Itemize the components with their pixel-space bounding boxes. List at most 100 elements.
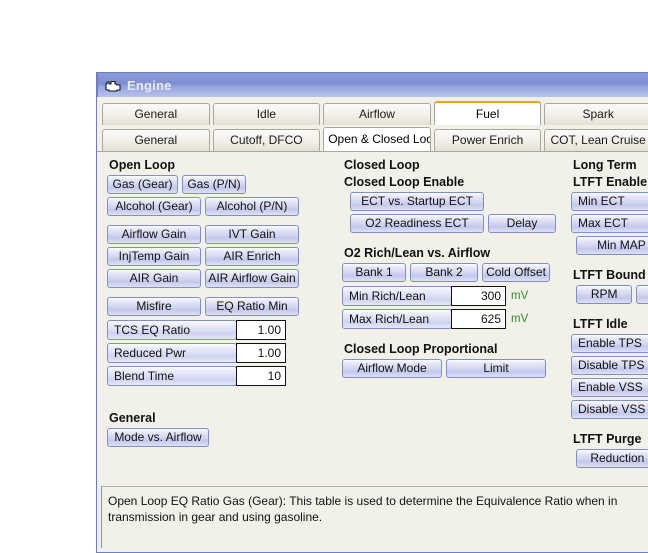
rpm-button[interactable]: RPM [576, 285, 633, 304]
min-rich-lean-row: Min Rich/Lean 300 mV [342, 286, 567, 306]
open-loop-row-gas: Gas (Gear) Gas (P/N) [107, 175, 299, 194]
max-ect-button[interactable]: Max ECT [571, 214, 648, 233]
closed-loop-enable-heading: Closed Loop Enable [344, 175, 465, 189]
mode-vs-airflow-button[interactable]: Mode vs. Airflow [107, 428, 209, 447]
ltft-bounds-extra-button[interactable] [636, 285, 648, 304]
window-titlebar: Engine [97, 72, 648, 97]
open-loop-row-air-gain: AIR Gain AIR Airflow Gain [107, 269, 299, 288]
ltft-disable-vss-row: Disable VSS [571, 400, 648, 419]
airflow-mode-button[interactable]: Airflow Mode [342, 359, 442, 378]
min-ect-button[interactable]: Min ECT [571, 192, 648, 211]
limit-button[interactable]: Limit [446, 359, 546, 378]
alcohol-pn-button[interactable]: Alcohol (P/N) [205, 197, 299, 216]
min-rich-lean-value[interactable]: 300 [451, 286, 506, 306]
closed-loop-column: Closed Loop Closed Loop Enable ECT vs. S… [342, 158, 567, 381]
delay-button[interactable]: Delay [488, 214, 556, 233]
blend-time-value[interactable]: 10 [236, 366, 286, 386]
open-loop-row-injtemp: InjTemp Gain AIR Enrich [107, 247, 299, 266]
closed-loop-enable-row1: ECT vs. Startup ECT [342, 192, 567, 211]
max-rich-lean-row: Max Rich/Lean 625 mV [342, 309, 567, 329]
tab-airflow[interactable]: Airflow [323, 103, 431, 125]
max-rich-lean-label[interactable]: Max Rich/Lean [342, 309, 452, 329]
enable-vss-button[interactable]: Enable VSS [571, 378, 648, 397]
tab-power-enrich[interactable]: Power Enrich [433, 129, 542, 151]
gas-gear-button[interactable]: Gas (Gear) [107, 175, 178, 194]
ltft-bounds-heading: LTFT Bound [573, 268, 646, 282]
ltft-disable-tps-row: Disable TPS [571, 356, 648, 375]
ltft-bounds-row: RPM [571, 285, 648, 304]
ltft-min-ect-row: Min ECT [571, 192, 648, 211]
ltft-enable-heading: LTFT Enable [573, 175, 648, 189]
status-bar-text: Open Loop EQ Ratio Gas (Gear): This tabl… [108, 494, 618, 524]
ltft-min-map-row: Min MAP v [571, 236, 648, 255]
min-map-vs-rpm-button[interactable]: Min MAP v [576, 236, 648, 255]
alcohol-gear-button[interactable]: Alcohol (Gear) [107, 197, 201, 216]
general-row: Mode vs. Airflow [107, 428, 299, 447]
open-loop-row-alcohol: Alcohol (Gear) Alcohol (P/N) [107, 197, 299, 216]
airflow-gain-button[interactable]: Airflow Gain [107, 225, 201, 244]
tab-cutoff-dfco[interactable]: Cutoff, DFCO [212, 129, 321, 151]
bank-2-button[interactable]: Bank 2 [410, 263, 478, 282]
ltft-idle-heading: LTFT Idle [573, 317, 628, 331]
air-enrich-button[interactable]: AIR Enrich [205, 247, 299, 266]
check-engine-icon [105, 79, 121, 92]
tcs-eq-ratio-row: TCS EQ Ratio 1.00 [107, 320, 299, 340]
o2-bank-row: Bank 1 Bank 2 Cold Offset [342, 263, 567, 282]
reduced-pwr-value[interactable]: 1.00 [236, 343, 286, 363]
blend-time-label[interactable]: Blend Time [107, 366, 237, 386]
general-heading: General [109, 411, 156, 425]
tcs-eq-ratio-value[interactable]: 1.00 [236, 320, 286, 340]
status-bar: Open Loop EQ Ratio Gas (Gear): This tabl… [101, 486, 648, 548]
blend-time-row: Blend Time 10 [107, 366, 299, 386]
tab-general[interactable]: General [102, 129, 210, 151]
open-loop-heading: Open Loop [109, 158, 175, 172]
tab-idle[interactable]: Idle [212, 103, 321, 125]
bank-1-button[interactable]: Bank 1 [342, 263, 406, 282]
tab-open-closed-loop[interactable]: Open & Closed Loop [323, 127, 431, 151]
window-title: Engine [127, 77, 172, 93]
eq-ratio-min-button[interactable]: EQ Ratio Min [205, 297, 299, 316]
disable-vss-button[interactable]: Disable VSS [571, 400, 648, 419]
air-airflow-gain-button[interactable]: AIR Airflow Gain [205, 269, 299, 288]
max-rich-lean-unit: mV [511, 313, 529, 325]
reduction-factor-button[interactable]: Reduction Fa [576, 449, 648, 468]
closed-loop-heading: Closed Loop [344, 158, 420, 172]
tab-fuel[interactable]: Fuel [433, 101, 542, 125]
tab-cot-lean-cruise[interactable]: COT, Lean Cruise [544, 129, 648, 151]
reduced-pwr-label[interactable]: Reduced Pwr [107, 343, 237, 363]
reduced-pwr-row: Reduced Pwr 1.00 [107, 343, 299, 363]
tab-content-panel: Open Loop Gas (Gear) Gas (P/N) Alcohol (… [97, 151, 648, 500]
closed-loop-enable-row2: O2 Readiness ECT Delay [342, 214, 567, 233]
o2-rich-lean-heading: O2 Rich/Lean vs. Airflow [344, 246, 491, 260]
o2-readiness-ect-button[interactable]: O2 Readiness ECT [350, 214, 484, 233]
misfire-button[interactable]: Misfire [107, 297, 201, 316]
injtemp-gain-button[interactable]: InjTemp Gain [107, 247, 201, 266]
min-rich-lean-label[interactable]: Min Rich/Lean [342, 286, 452, 306]
ect-vs-startup-ect-button[interactable]: ECT vs. Startup ECT [350, 192, 484, 211]
cold-offset-button[interactable]: Cold Offset [482, 263, 550, 282]
ltft-enable-tps-row: Enable TPS [571, 334, 648, 353]
open-loop-row-misfire: Misfire EQ Ratio Min [107, 297, 299, 316]
primary-tab-strip: General Idle Airflow Fuel Spark [97, 100, 648, 125]
secondary-tab-strip: General Cutoff, DFCO Open & Closed Loop Pow… [97, 126, 648, 151]
air-gain-button[interactable]: AIR Gain [107, 269, 201, 288]
proportional-row: Airflow Mode Limit [342, 359, 567, 378]
engine-window: Engine General Idle Airflow Fuel Spark Gener… [96, 72, 648, 553]
tcs-eq-ratio-label[interactable]: TCS EQ Ratio [107, 320, 237, 340]
min-rich-lean-unit: mV [511, 290, 529, 302]
max-rich-lean-value[interactable]: 625 [451, 309, 506, 329]
disable-tps-button[interactable]: Disable TPS [571, 356, 648, 375]
ivt-gain-button[interactable]: IVT Gain [205, 225, 299, 244]
ltft-max-ect-row: Max ECT [571, 214, 648, 233]
open-loop-row-airflow-gain: Airflow Gain IVT Gain [107, 225, 299, 244]
ltft-purge-row: Reduction Fa [571, 449, 648, 468]
open-loop-column: Open Loop Gas (Gear) Gas (P/N) Alcohol (… [107, 158, 299, 450]
enable-tps-button[interactable]: Enable TPS [571, 334, 648, 353]
gas-pn-button[interactable]: Gas (P/N) [182, 175, 246, 194]
closed-loop-proportional-heading: Closed Loop Proportional [344, 342, 498, 356]
ltft-enable-vss-row: Enable VSS [571, 378, 648, 397]
tab-spark[interactable]: Spark [544, 103, 648, 125]
long-term-column: Long Term LTFT Enable Min ECT Max ECT Mi… [571, 158, 648, 471]
ltft-purge-heading: LTFT Purge [573, 432, 642, 446]
tab-general[interactable]: General [102, 103, 210, 125]
